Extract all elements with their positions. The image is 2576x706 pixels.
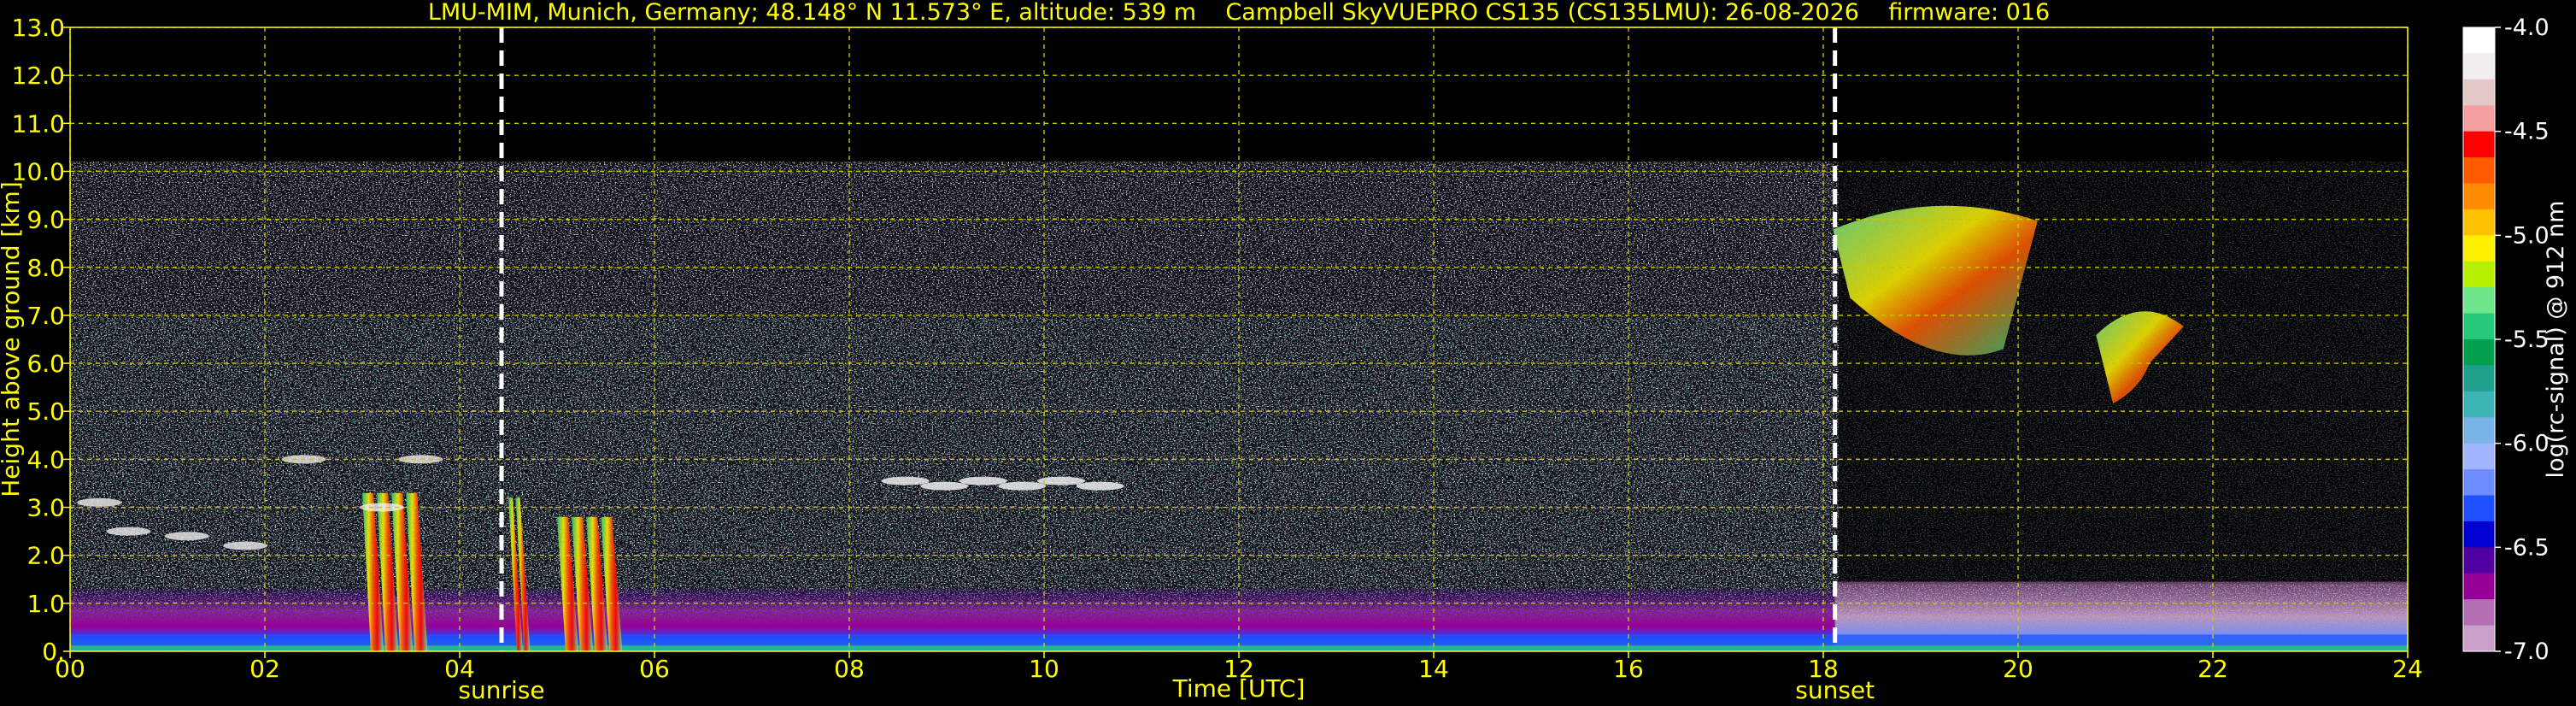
y-tick-label: 11.0	[12, 109, 65, 138]
colorbar-segment	[2463, 573, 2495, 600]
colorbar-segment	[2463, 209, 2495, 236]
x-tick-label: 24	[2392, 655, 2423, 683]
y-tick-label: 8.0	[26, 254, 65, 282]
y-tick-label: 5.0	[26, 397, 65, 426]
y-axis-label: Height above ground [km]	[0, 181, 25, 497]
colorbar-tick-label: -4.0	[2504, 15, 2550, 41]
colorbar: -4.0-4.5-5.0-5.5-6.0-6.5-7.0	[2462, 15, 2550, 665]
low-cloud-fragment	[998, 481, 1047, 491]
y-tick-label: 2.0	[26, 542, 65, 570]
colorbar-tick-label: -6.5	[2504, 534, 2550, 561]
x-tick-label: 22	[2198, 655, 2228, 683]
x-tick-label: 14	[1418, 655, 1449, 683]
colorbar-segment	[2463, 469, 2495, 497]
x-tick-label: 08	[834, 655, 865, 683]
colorbar-segment	[2463, 443, 2495, 470]
low-cloud-fragment	[920, 481, 969, 491]
y-tick-label: 6.0	[26, 350, 65, 378]
low-cloud-fragment	[77, 497, 122, 507]
colorbar-segment	[2463, 391, 2495, 418]
x-tick-label: 06	[639, 655, 670, 683]
colorbar-segment	[2463, 365, 2495, 392]
y-tick-label: 7.0	[26, 302, 65, 330]
low-cloud-fragment	[881, 476, 930, 485]
colorbar-segment	[2463, 53, 2495, 80]
low-cloud-fragment	[106, 527, 151, 536]
colorbar-segment	[2463, 27, 2495, 55]
colorbar-segment	[2463, 235, 2495, 262]
colorbar-tick-label: -4.5	[2504, 119, 2550, 145]
low-cloud-fragment	[959, 476, 1007, 485]
colorbar-segment	[2463, 495, 2495, 522]
x-tick-label: 16	[1613, 655, 1644, 683]
colorbar-segment	[2463, 157, 2495, 185]
x-axis-label: Time [UTC]	[1172, 674, 1306, 703]
sunset-label: sunset	[1795, 676, 1875, 704]
colorbar-segment	[2463, 521, 2495, 548]
x-tick-label: 20	[2003, 655, 2033, 683]
colorbar-segment	[2463, 313, 2495, 340]
low-cloud-fragment	[1076, 481, 1124, 491]
colorbar-segment	[2463, 287, 2495, 315]
colorbar-segment	[2463, 79, 2495, 106]
x-tick-label: 02	[249, 655, 280, 683]
colorbar-segment	[2463, 131, 2495, 158]
colorbar-tick-label: -7.0	[2504, 638, 2550, 665]
ceilometer-chart: LMU-MIM, Munich, Germany; 48.148° N 11.5…	[0, 0, 2569, 704]
low-cloud-fragment	[164, 532, 209, 541]
x-tick-label: 10	[1029, 655, 1059, 683]
y-tick-label: 9.0	[26, 206, 65, 234]
y-tick-label: 13.0	[12, 14, 65, 42]
sunrise-label: sunrise	[458, 676, 544, 704]
colorbar-segment	[2463, 183, 2495, 210]
y-tick-label: 1.0	[26, 590, 65, 618]
colorbar-segment	[2463, 625, 2495, 652]
colorbar-segment	[2463, 547, 2495, 574]
low-cloud-fragment	[223, 541, 268, 550]
colorbar-segment	[2463, 339, 2495, 367]
chart-title: LMU-MIM, Munich, Germany; 48.148° N 11.5…	[428, 0, 2050, 26]
colorbar-label: log(rc-signal) @ 912 nm	[2543, 201, 2569, 479]
y-tick-label: 3.0	[26, 494, 65, 522]
colorbar-segment	[2463, 105, 2495, 132]
y-tick-label: 4.0	[26, 445, 65, 474]
plot-area	[70, 27, 2408, 651]
y-tick-label: 12.0	[12, 62, 65, 90]
y-tick-label: 0.	[42, 638, 65, 666]
colorbar-segment	[2463, 599, 2495, 627]
colorbar-segment	[2463, 417, 2495, 444]
colorbar-segment	[2463, 261, 2495, 288]
